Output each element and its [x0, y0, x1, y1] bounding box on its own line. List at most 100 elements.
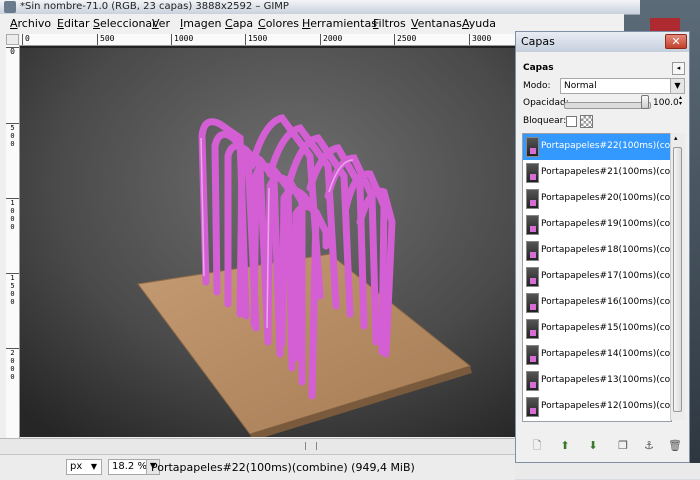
- spin-arrows-icon[interactable]: ▴ ▾: [679, 95, 685, 107]
- scrollbar-thumb[interactable]: [673, 147, 682, 412]
- layer-name: Portapapeles#16(100ms)(combine): [541, 297, 671, 307]
- layer-row[interactable]: Portapapeles#14(100ms)(combine): [523, 342, 671, 368]
- layers-toolbar: 🗋 ⬆ ⬇ ❐ ⚓ 🗑: [522, 437, 685, 455]
- opacity-slider[interactable]: [564, 102, 651, 109]
- layer-row[interactable]: Portapapeles#20(100ms)(combine): [523, 186, 671, 212]
- menu-imagen[interactable]: Imagen: [180, 17, 221, 30]
- menu-archivo[interactable]: Archivo: [10, 17, 51, 30]
- layer-thumbnail: [526, 215, 539, 235]
- canvas-horizontal-scrollbar[interactable]: [0, 438, 515, 455]
- status-message: Portapapeles#22(100ms)(combine) (949,4 M…: [151, 461, 415, 474]
- dock-tab-label: Capas: [523, 63, 554, 73]
- layer-name: Portapapeles#13(100ms)(combine): [541, 375, 671, 385]
- close-icon[interactable]: ✕: [665, 34, 687, 49]
- lock-alpha-icon[interactable]: [580, 115, 593, 128]
- layer-row[interactable]: Portapapeles#12(100ms)(combine): [523, 394, 671, 420]
- tab-menu-icon[interactable]: ◂: [672, 62, 685, 75]
- vertical-ruler[interactable]: 0 500 1000 1500 2000: [6, 45, 20, 438]
- anchor-layer-icon[interactable]: ⚓: [640, 437, 658, 455]
- layer-name: Portapapeles#19(100ms)(combine): [541, 219, 671, 229]
- layer-thumbnail: [526, 397, 539, 417]
- opacity-slider-thumb[interactable]: [641, 95, 649, 109]
- raise-layer-icon[interactable]: ⬆: [556, 437, 574, 455]
- mode-select[interactable]: Normal ▼: [560, 78, 685, 94]
- duplicate-layer-icon[interactable]: ❐: [614, 437, 632, 455]
- layer-row[interactable]: Portapapeles#15(100ms)(combine): [523, 316, 671, 342]
- image-canvas[interactable]: [20, 46, 515, 437]
- unit-combo[interactable]: px ▼: [66, 459, 102, 475]
- menu-ver[interactable]: Ver: [152, 17, 170, 30]
- lock-label: Bloquear:: [523, 116, 567, 126]
- menu-filtros[interactable]: Filtros: [373, 17, 406, 30]
- layers-dialog: Capas ✕ Capas ◂ Modo: Normal ▼ Opacidad:…: [515, 31, 690, 463]
- layer-thumbnail: [526, 137, 539, 157]
- layer-name: Portapapeles#18(100ms)(combine): [541, 245, 671, 255]
- dialog-title: Capas: [521, 35, 555, 48]
- ruler-label: 1000: [171, 34, 193, 45]
- layer-name: Portapapeles#22(100ms)(combine): [541, 141, 671, 151]
- layer-name: Portapapeles#14(100ms)(combine): [541, 349, 671, 359]
- ruler-label: 0: [22, 34, 30, 45]
- opacity-value[interactable]: 100.0: [653, 98, 679, 108]
- menu-seleccionar[interactable]: Seleccionar: [93, 17, 157, 30]
- layers-vertical-scrollbar[interactable]: ▴: [670, 133, 685, 420]
- ruler-label-vertical: 500: [6, 123, 19, 150]
- opacity-label: Opacidad:: [523, 98, 569, 108]
- layer-thumbnail: [526, 319, 539, 339]
- menu-ventanas[interactable]: Ventanas: [411, 17, 462, 30]
- unit-value: px: [70, 461, 83, 472]
- horizontal-ruler[interactable]: 0 500 1000 1500 2000 2500 3000: [20, 34, 515, 46]
- menu-ayuda[interactable]: Ayuda: [462, 17, 496, 30]
- ruler-label-vertical: 2000: [6, 348, 19, 383]
- mode-value: Normal: [564, 81, 597, 91]
- zoom-value: 18.2 %: [112, 461, 147, 472]
- menu-herramientas[interactable]: Herramientas: [302, 17, 377, 30]
- gimp-app-icon: [4, 1, 16, 13]
- layer-row[interactable]: Portapapeles#18(100ms)(combine): [523, 238, 671, 264]
- ruler-label-vertical: 1500: [6, 273, 19, 308]
- layer-thumbnail: [526, 241, 539, 261]
- layer-thumbnail: [526, 267, 539, 287]
- window-titlebar[interactable]: *Sin nombre-71.0 (RGB, 23 capas) 3888x25…: [0, 0, 640, 15]
- layers-list: Portapapeles#22(100ms)(combine) Portapap…: [522, 133, 672, 422]
- menu-capa[interactable]: Capa: [225, 17, 253, 30]
- layer-row[interactable]: Portapapeles#21(100ms)(combine): [523, 160, 671, 186]
- layer-row[interactable]: Portapapeles#22(100ms)(combine): [523, 134, 671, 160]
- ruler-label: 1500: [8, 274, 17, 306]
- scroll-up-icon[interactable]: ▴: [674, 134, 678, 142]
- lower-layer-icon[interactable]: ⬇: [584, 437, 602, 455]
- layer-name: Portapapeles#20(100ms)(combine): [541, 193, 671, 203]
- ruler-label: 500: [97, 34, 114, 45]
- zoom-combo[interactable]: 18.2 % ▼: [108, 459, 160, 475]
- layer-row[interactable]: Portapapeles#16(100ms)(combine): [523, 290, 671, 316]
- window-title: *Sin nombre-71.0 (RGB, 23 capas) 3888x25…: [20, 1, 289, 12]
- ruler-label: 3000: [469, 34, 491, 45]
- statusbar: px ▼ 18.2 % ▼ Portapapeles#22(100ms)(com…: [0, 454, 515, 480]
- dialog-titlebar[interactable]: Capas ✕: [516, 32, 689, 52]
- chevron-down-icon: ▼: [670, 79, 684, 93]
- canvas-edge: [20, 46, 515, 48]
- ruler-label: 500: [8, 124, 17, 148]
- chevron-down-icon: ▼: [90, 462, 98, 471]
- layer-row[interactable]: Portapapeles#19(100ms)(combine): [523, 212, 671, 238]
- lock-pixels-checkbox[interactable]: [566, 116, 577, 127]
- layer-row[interactable]: Portapapeles#17(100ms)(combine): [523, 264, 671, 290]
- menu-editar[interactable]: Editar: [57, 17, 90, 30]
- layer-thumbnail: [526, 371, 539, 391]
- mode-label: Modo:: [523, 81, 551, 91]
- ruler-label: 2000: [320, 34, 342, 45]
- scrollbar-grip[interactable]: [305, 442, 317, 450]
- ruler-label-vertical: 0: [6, 47, 19, 56]
- new-layer-icon[interactable]: 🗋: [528, 437, 546, 455]
- ruler-label: 1500: [245, 34, 267, 45]
- delete-layer-icon[interactable]: 🗑: [666, 437, 684, 455]
- layer-name: Portapapeles#21(100ms)(combine): [541, 167, 671, 177]
- menu-colores[interactable]: Colores: [258, 17, 299, 30]
- ruler-label-vertical: 1000: [6, 198, 19, 233]
- layer-thumbnail: [526, 293, 539, 313]
- ruler-corner-button[interactable]: [6, 34, 19, 45]
- layer-row[interactable]: Portapapeles#13(100ms)(combine): [523, 368, 671, 394]
- layer-name: Portapapeles#17(100ms)(combine): [541, 271, 671, 281]
- ruler-label: 0: [10, 47, 15, 56]
- ruler-label: 2500: [394, 34, 416, 45]
